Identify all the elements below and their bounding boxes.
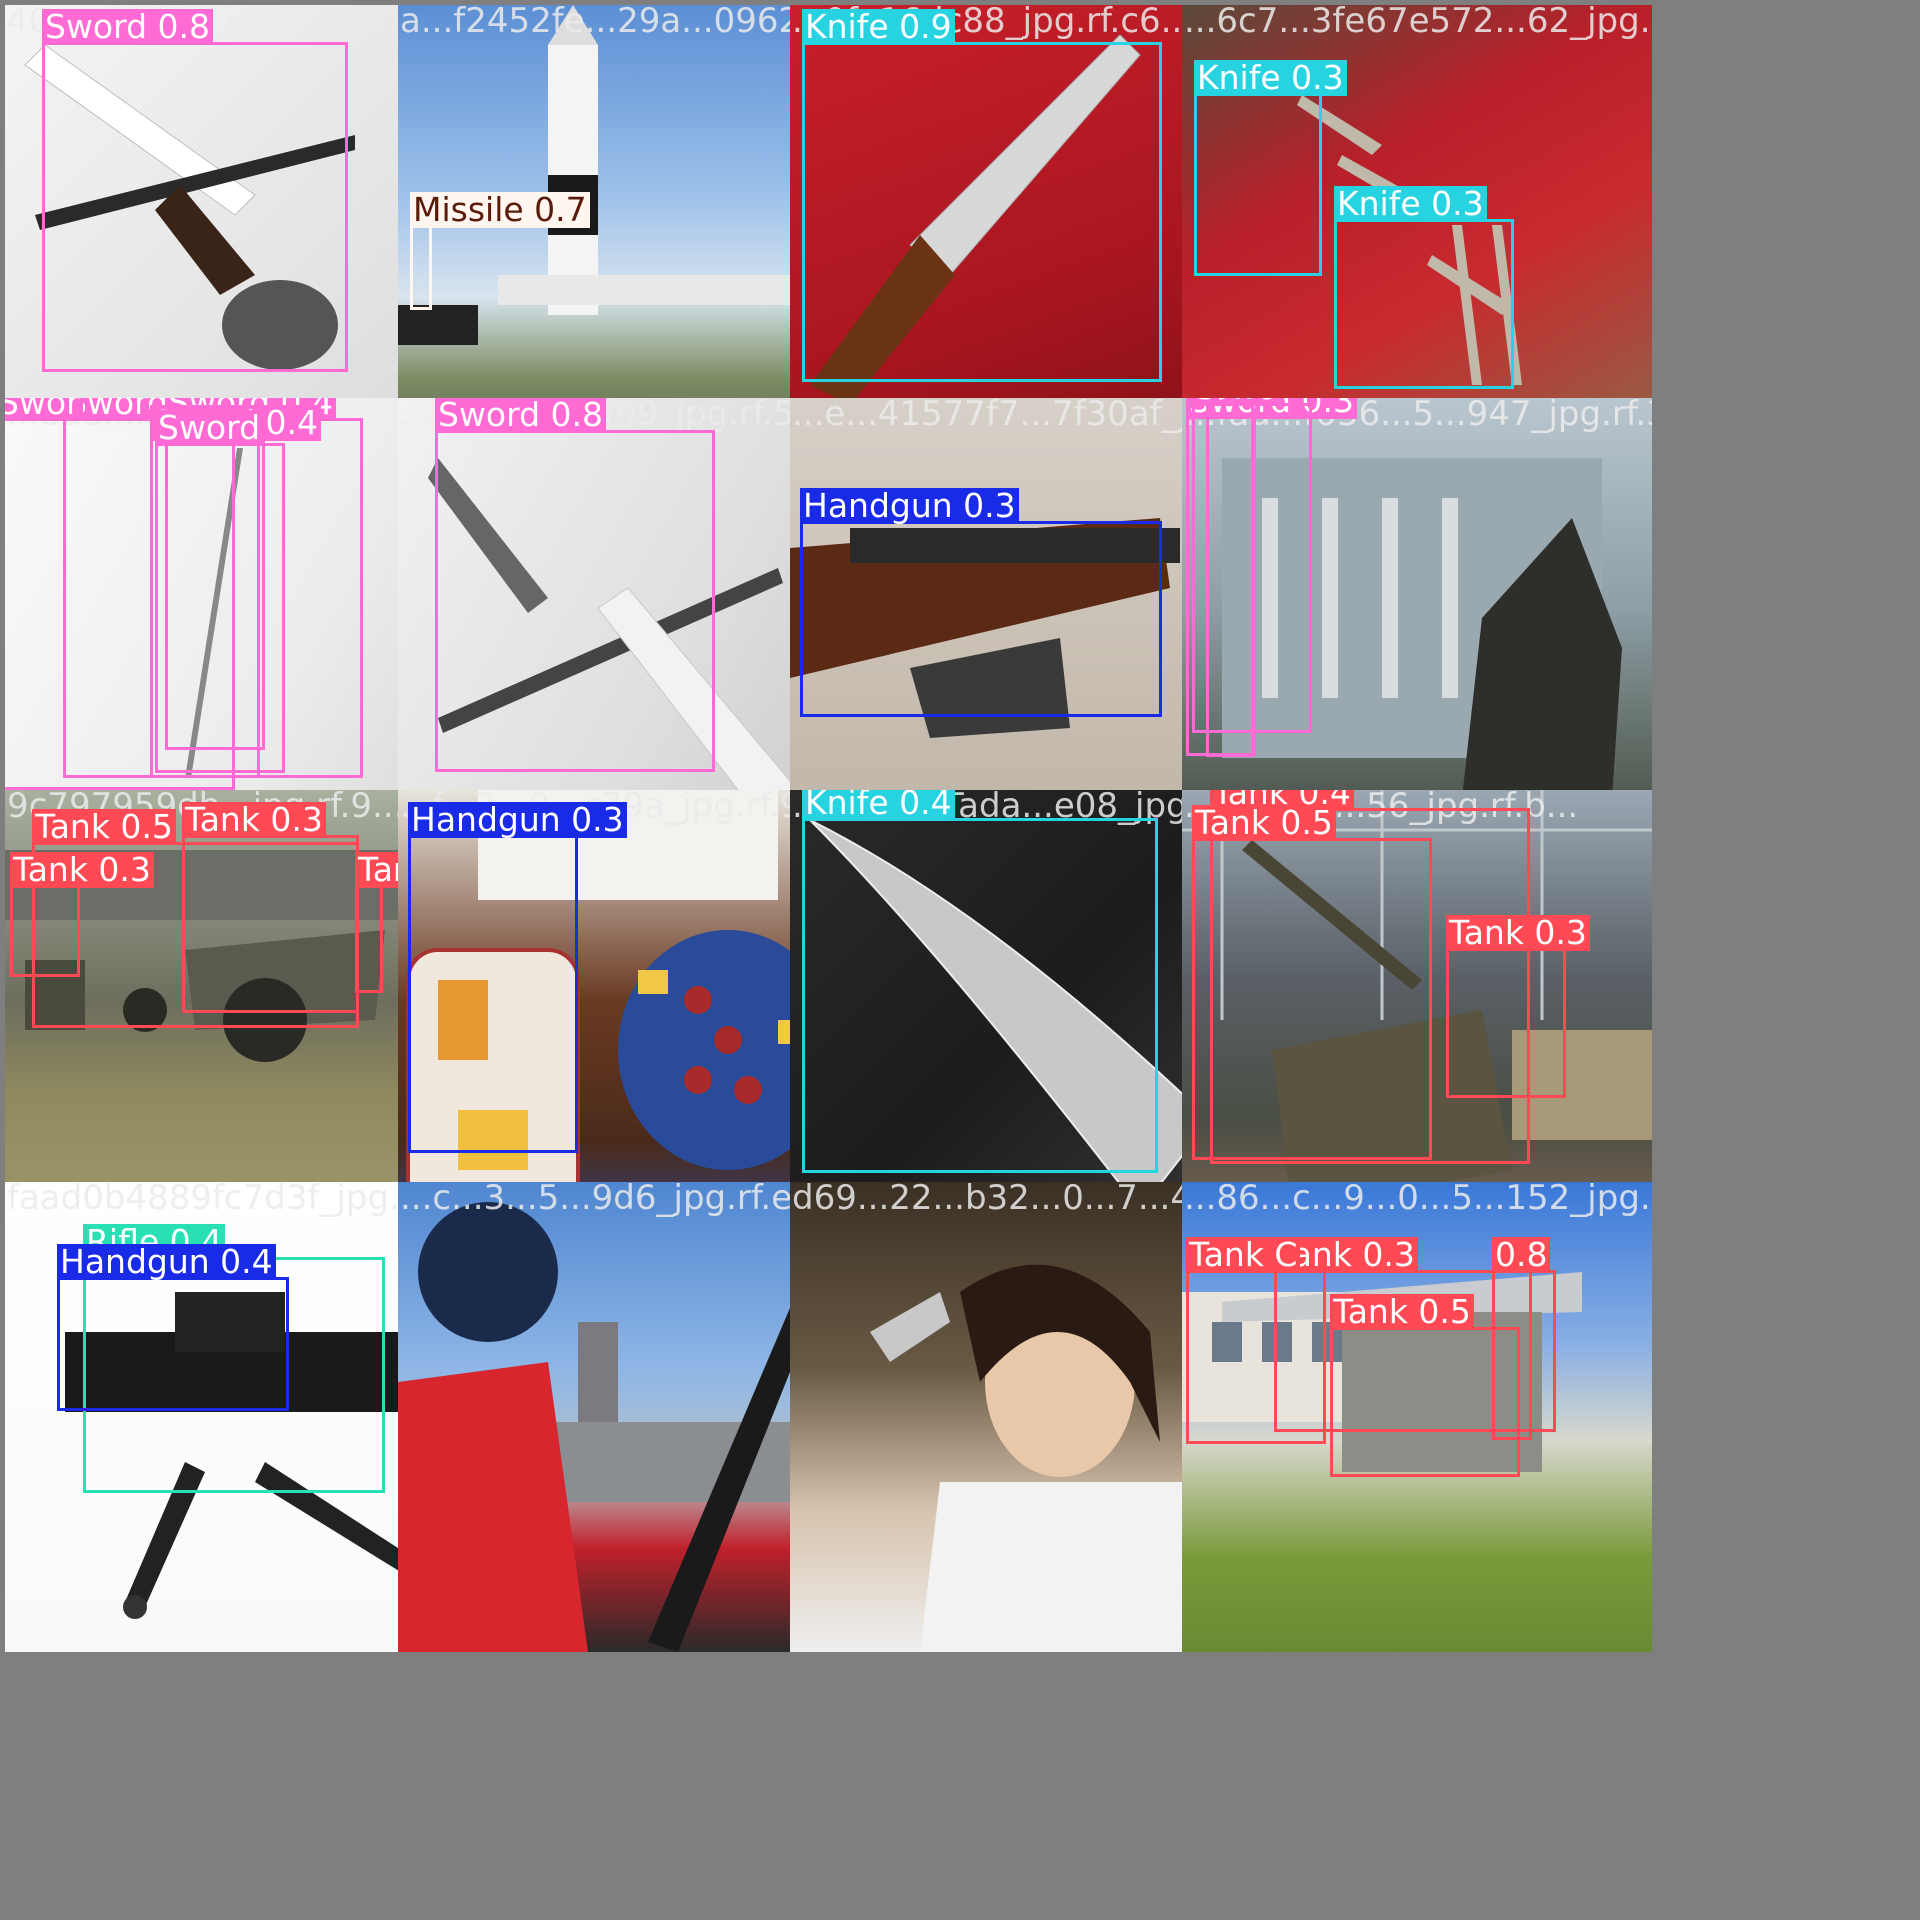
detection-box: Handgun 0.3 [408,802,627,1153]
detection-label: Tank 0.3 [182,802,326,838]
detection-box: Knife 0.3 [1194,60,1347,276]
detection-box: Knife 0.9 [802,9,1162,382]
detection-label: Tank 0.5 [32,809,176,845]
detection-label: Tank 0.5 [1192,805,1336,841]
detection-label: Sword 0.8 [42,9,214,45]
detection-label: Knife 0.4 [802,790,955,821]
detection-label: Sword [155,410,264,446]
detection-label: Knife 0.3 [1194,60,1347,96]
detection-label: Handgun 0.4 [57,1244,276,1280]
detection-box: Knife 0.3 [1334,186,1514,389]
detection-box: Sword 0.8 [42,9,348,372]
detection-label: Handgun 0.3 [408,802,627,838]
detection-box: Tank 0.3 [10,852,154,977]
detection-label: Knife 0.3 [1334,186,1487,222]
detection-box: Tank 0.3 [1446,915,1590,1098]
detection-box: Tank 0.5 [1330,1294,1520,1477]
detection-box: Knife 0.4 [802,790,1158,1173]
detection-box: Missile 0.7 [410,192,590,310]
detection-box: Sword 0.8 [435,398,715,772]
detection-label: Swor [5,398,83,421]
detection-box: Tank 0.5 [1192,805,1432,1160]
detection-label: Missile 0.7 [410,192,590,228]
prediction-grid: 40...c6887e_jpg.rf.4a...Sword 0.8a...f24… [0,0,1920,1920]
detection-label: 0.8 [1492,1237,1551,1273]
detection-label: Tank C [1186,1237,1301,1273]
detection-box: Handgun 0.3 [800,488,1162,717]
detection-box: Tank C [1186,1237,1326,1444]
image-tile: ...86...c...9...0...5...152_jpg.rf.e...T… [1182,1182,1652,1652]
detection-label: Tank 0.5 [1330,1294,1474,1330]
detection-label: S [1192,398,1219,406]
detection-label: Tank 0.3 [10,852,154,888]
detection-box: Tank 0.3 [182,802,359,1013]
detection-box: Sword [155,410,285,773]
detection-box: Tank 0.3 [355,852,475,993]
detection-box: S [1192,398,1312,733]
detection-label: Handgun 0.3 [800,488,1019,524]
detection-label: Tank 0.3 [1446,915,1590,951]
detection-box: Handgun 0.4 [57,1244,289,1411]
detection-label: Knife 0.9 [802,9,955,45]
detection-label: Sword 0.8 [435,398,607,433]
